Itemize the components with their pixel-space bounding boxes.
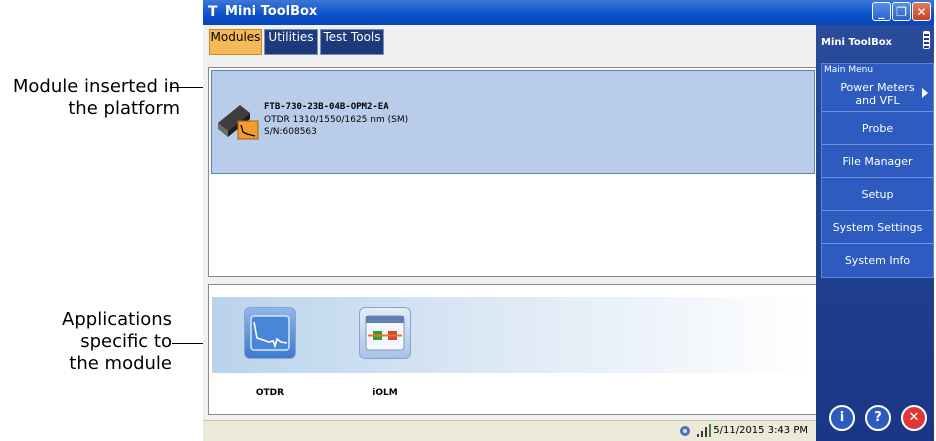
callout-apps-line2: specific to xyxy=(80,331,172,352)
mini-toolbox-window: T Mini ToolBox _ ❐ ✕ Modules Utilities T… xyxy=(203,0,934,441)
signal-strength-icon xyxy=(697,424,711,437)
menu-item-power-meters-vfl[interactable]: Power Meters and VFL xyxy=(822,76,933,111)
module-list: FTB-730-23B-04B-OPM2-EA OTDR 1310/1550/1… xyxy=(208,67,818,277)
callout-apps-line3: the module xyxy=(69,353,172,374)
battery-icon xyxy=(923,31,930,49)
main-menu-caption: Main Menu xyxy=(824,65,874,75)
module-description: OTDR 1310/1550/1625 nm (SM) xyxy=(264,115,409,125)
chevron-right-icon xyxy=(922,88,928,98)
main-menu: Main Menu Power Meters and VFL Probe Fil… xyxy=(821,63,934,278)
callout-apps: Applications specific to the module xyxy=(0,309,172,375)
applications-band xyxy=(212,297,812,373)
app-iolm-button[interactable] xyxy=(359,307,411,359)
tab-modules[interactable]: Modules xyxy=(209,29,262,55)
otdr-module-icon xyxy=(218,105,259,140)
tab-utilities[interactable]: Utilities xyxy=(264,29,318,55)
network-icon xyxy=(680,426,690,436)
minimize-button[interactable]: _ xyxy=(872,2,891,21)
sidebar: Mini ToolBox Main Menu Power Meters and … xyxy=(816,25,934,441)
menu-item-system-info[interactable]: System Info xyxy=(822,243,933,277)
callout-module-line1: Module inserted in xyxy=(12,76,180,97)
callout-module-leader xyxy=(170,87,205,88)
menu-item-file-manager[interactable]: File Manager xyxy=(822,144,933,177)
app-iolm-label: iOLM xyxy=(372,388,398,398)
status-datetime: 5/11/2015 3:43 PM xyxy=(713,425,808,436)
module-serial: S/N:608563 xyxy=(264,127,317,137)
window-title: Mini ToolBox xyxy=(225,4,318,19)
menu-item-power-meters-vfl-label: Power Meters and VFL xyxy=(840,80,915,107)
callout-module-line2: the platform xyxy=(68,98,180,119)
maximize-button[interactable]: ❐ xyxy=(892,2,911,21)
applications-panel: OTDR iOLM xyxy=(208,284,818,415)
help-button[interactable]: ? xyxy=(865,405,891,431)
status-bar: 5/11/2015 3:43 PM xyxy=(203,420,816,441)
callout-apps-line1: Applications xyxy=(62,309,172,330)
menu-item-probe[interactable]: Probe xyxy=(822,111,933,144)
iolm-link-icon xyxy=(365,315,405,351)
app-otdr-label: OTDR xyxy=(255,388,285,398)
app-otdr-button[interactable] xyxy=(244,307,296,359)
menu-item-setup[interactable]: Setup xyxy=(822,177,933,210)
close-button[interactable]: ✕ xyxy=(912,2,931,21)
callout-module: Module inserted in the platform xyxy=(0,76,180,120)
otdr-trace-icon xyxy=(250,315,290,351)
exit-button[interactable]: ✕ xyxy=(901,405,927,431)
app-logo-icon: T xyxy=(208,4,218,20)
sidebar-title: Mini ToolBox xyxy=(821,37,893,48)
module-row[interactable]: FTB-730-23B-04B-OPM2-EA OTDR 1310/1550/1… xyxy=(211,70,815,174)
tab-test-tools[interactable]: Test Tools xyxy=(320,29,384,55)
menu-item-system-settings[interactable]: System Settings xyxy=(822,210,933,243)
title-bar[interactable]: T Mini ToolBox _ ❐ ✕ xyxy=(203,0,934,25)
info-button[interactable]: i xyxy=(829,405,855,431)
module-name: FTB-730-23B-04B-OPM2-EA xyxy=(264,102,389,112)
